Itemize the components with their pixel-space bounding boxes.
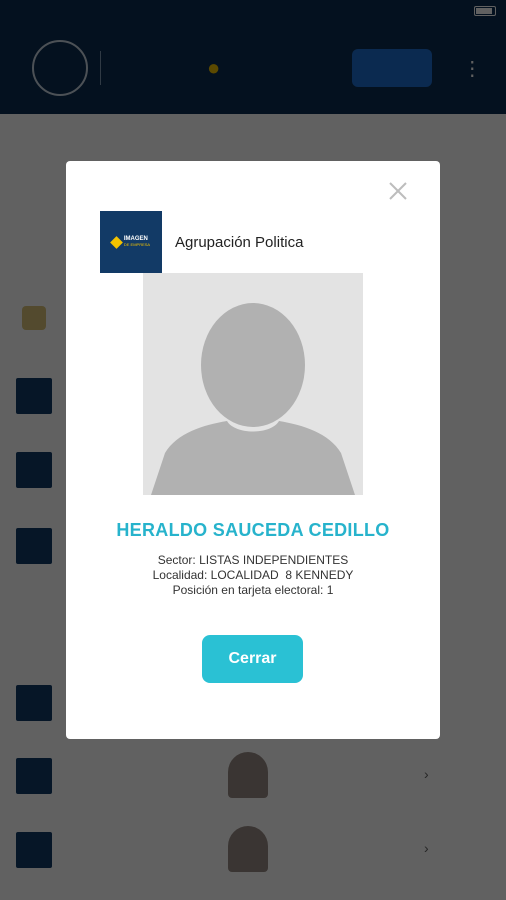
close-modal-button[interactable]: Cerrar xyxy=(202,635,303,683)
party-logo-text: IMAGEN DE EMPRESA xyxy=(123,236,151,247)
party-logo-mark-icon xyxy=(110,235,123,249)
sector-value: LISTAS INDEPENDIENTES xyxy=(199,553,349,567)
localidad-label: Localidad: xyxy=(152,568,208,582)
localidad-row: Localidad: LOCALIDAD 8 KENNEDY xyxy=(66,568,440,583)
posicion-label: Posición en tarjeta electoral: xyxy=(172,583,324,597)
candidate-details: Sector: LISTAS INDEPENDIENTES Localidad:… xyxy=(66,553,440,598)
candidate-photo xyxy=(143,273,363,495)
posicion-value: 1 xyxy=(326,583,334,597)
posicion-row: Posición en tarjeta electoral: 1 xyxy=(66,583,440,598)
sector-row: Sector: LISTAS INDEPENDIENTES xyxy=(66,553,440,568)
avatar-placeholder-icon xyxy=(143,273,363,495)
localidad-value: LOCALIDAD 8 KENNEDY xyxy=(210,568,354,582)
party-name: Agrupación Politica xyxy=(175,234,304,251)
close-icon xyxy=(389,182,407,200)
candidate-modal: IMAGEN DE EMPRESA Agrupación Politica HE… xyxy=(66,161,440,739)
close-button[interactable] xyxy=(386,179,410,203)
candidate-name: HERALDO SAUCEDA CEDILLO xyxy=(116,520,390,540)
sector-label: Sector: xyxy=(157,553,196,567)
party-logo: IMAGEN DE EMPRESA xyxy=(100,211,162,273)
